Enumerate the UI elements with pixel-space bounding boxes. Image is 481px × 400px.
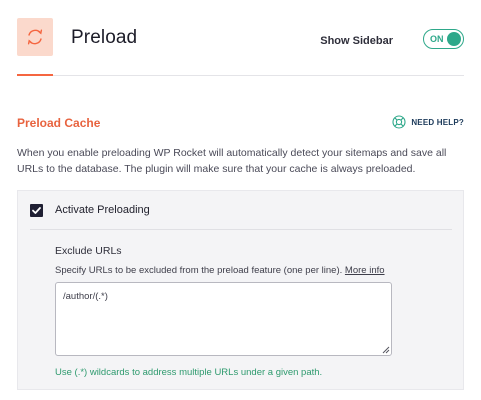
exclude-urls-textarea[interactable]: /author/(.*) [55, 282, 392, 356]
checkmark-icon [32, 207, 41, 214]
section-description: When you enable preloading WP Rocket wil… [17, 147, 447, 175]
need-help-label: NEED HELP? [411, 117, 464, 127]
need-help-link[interactable]: NEED HELP? [392, 114, 464, 130]
preload-settings-panel: Activate Preloading Exclude URLs Specify… [17, 190, 464, 390]
toggle-knob [447, 32, 461, 46]
header-divider [17, 75, 464, 76]
panel-divider [30, 229, 452, 230]
lifebuoy-icon [392, 115, 406, 129]
refresh-icon [17, 18, 53, 56]
activate-preloading-checkbox[interactable] [30, 204, 43, 217]
page-title: Preload [71, 27, 138, 48]
activate-preloading-label[interactable]: Activate Preloading [55, 204, 150, 216]
toggle-state-label: ON [430, 34, 444, 44]
exclude-urls-help: Specify URLs to be excluded from the pre… [55, 265, 385, 276]
section-title: Preload Cache [17, 116, 101, 130]
show-sidebar-toggle[interactable]: ON [423, 29, 464, 49]
exclude-urls-title: Exclude URLs [55, 245, 122, 257]
more-info-link[interactable]: More info [345, 265, 385, 276]
show-sidebar-label: Show Sidebar [320, 35, 393, 47]
exclude-urls-help-text: Specify URLs to be excluded from the pre… [55, 265, 343, 276]
page-header: Preload Show Sidebar ON [17, 18, 464, 76]
resize-grip-icon[interactable] [382, 346, 390, 354]
header-accent-bar [17, 74, 53, 76]
wildcard-note: Use (.*) wildcards to address multiple U… [55, 367, 323, 378]
